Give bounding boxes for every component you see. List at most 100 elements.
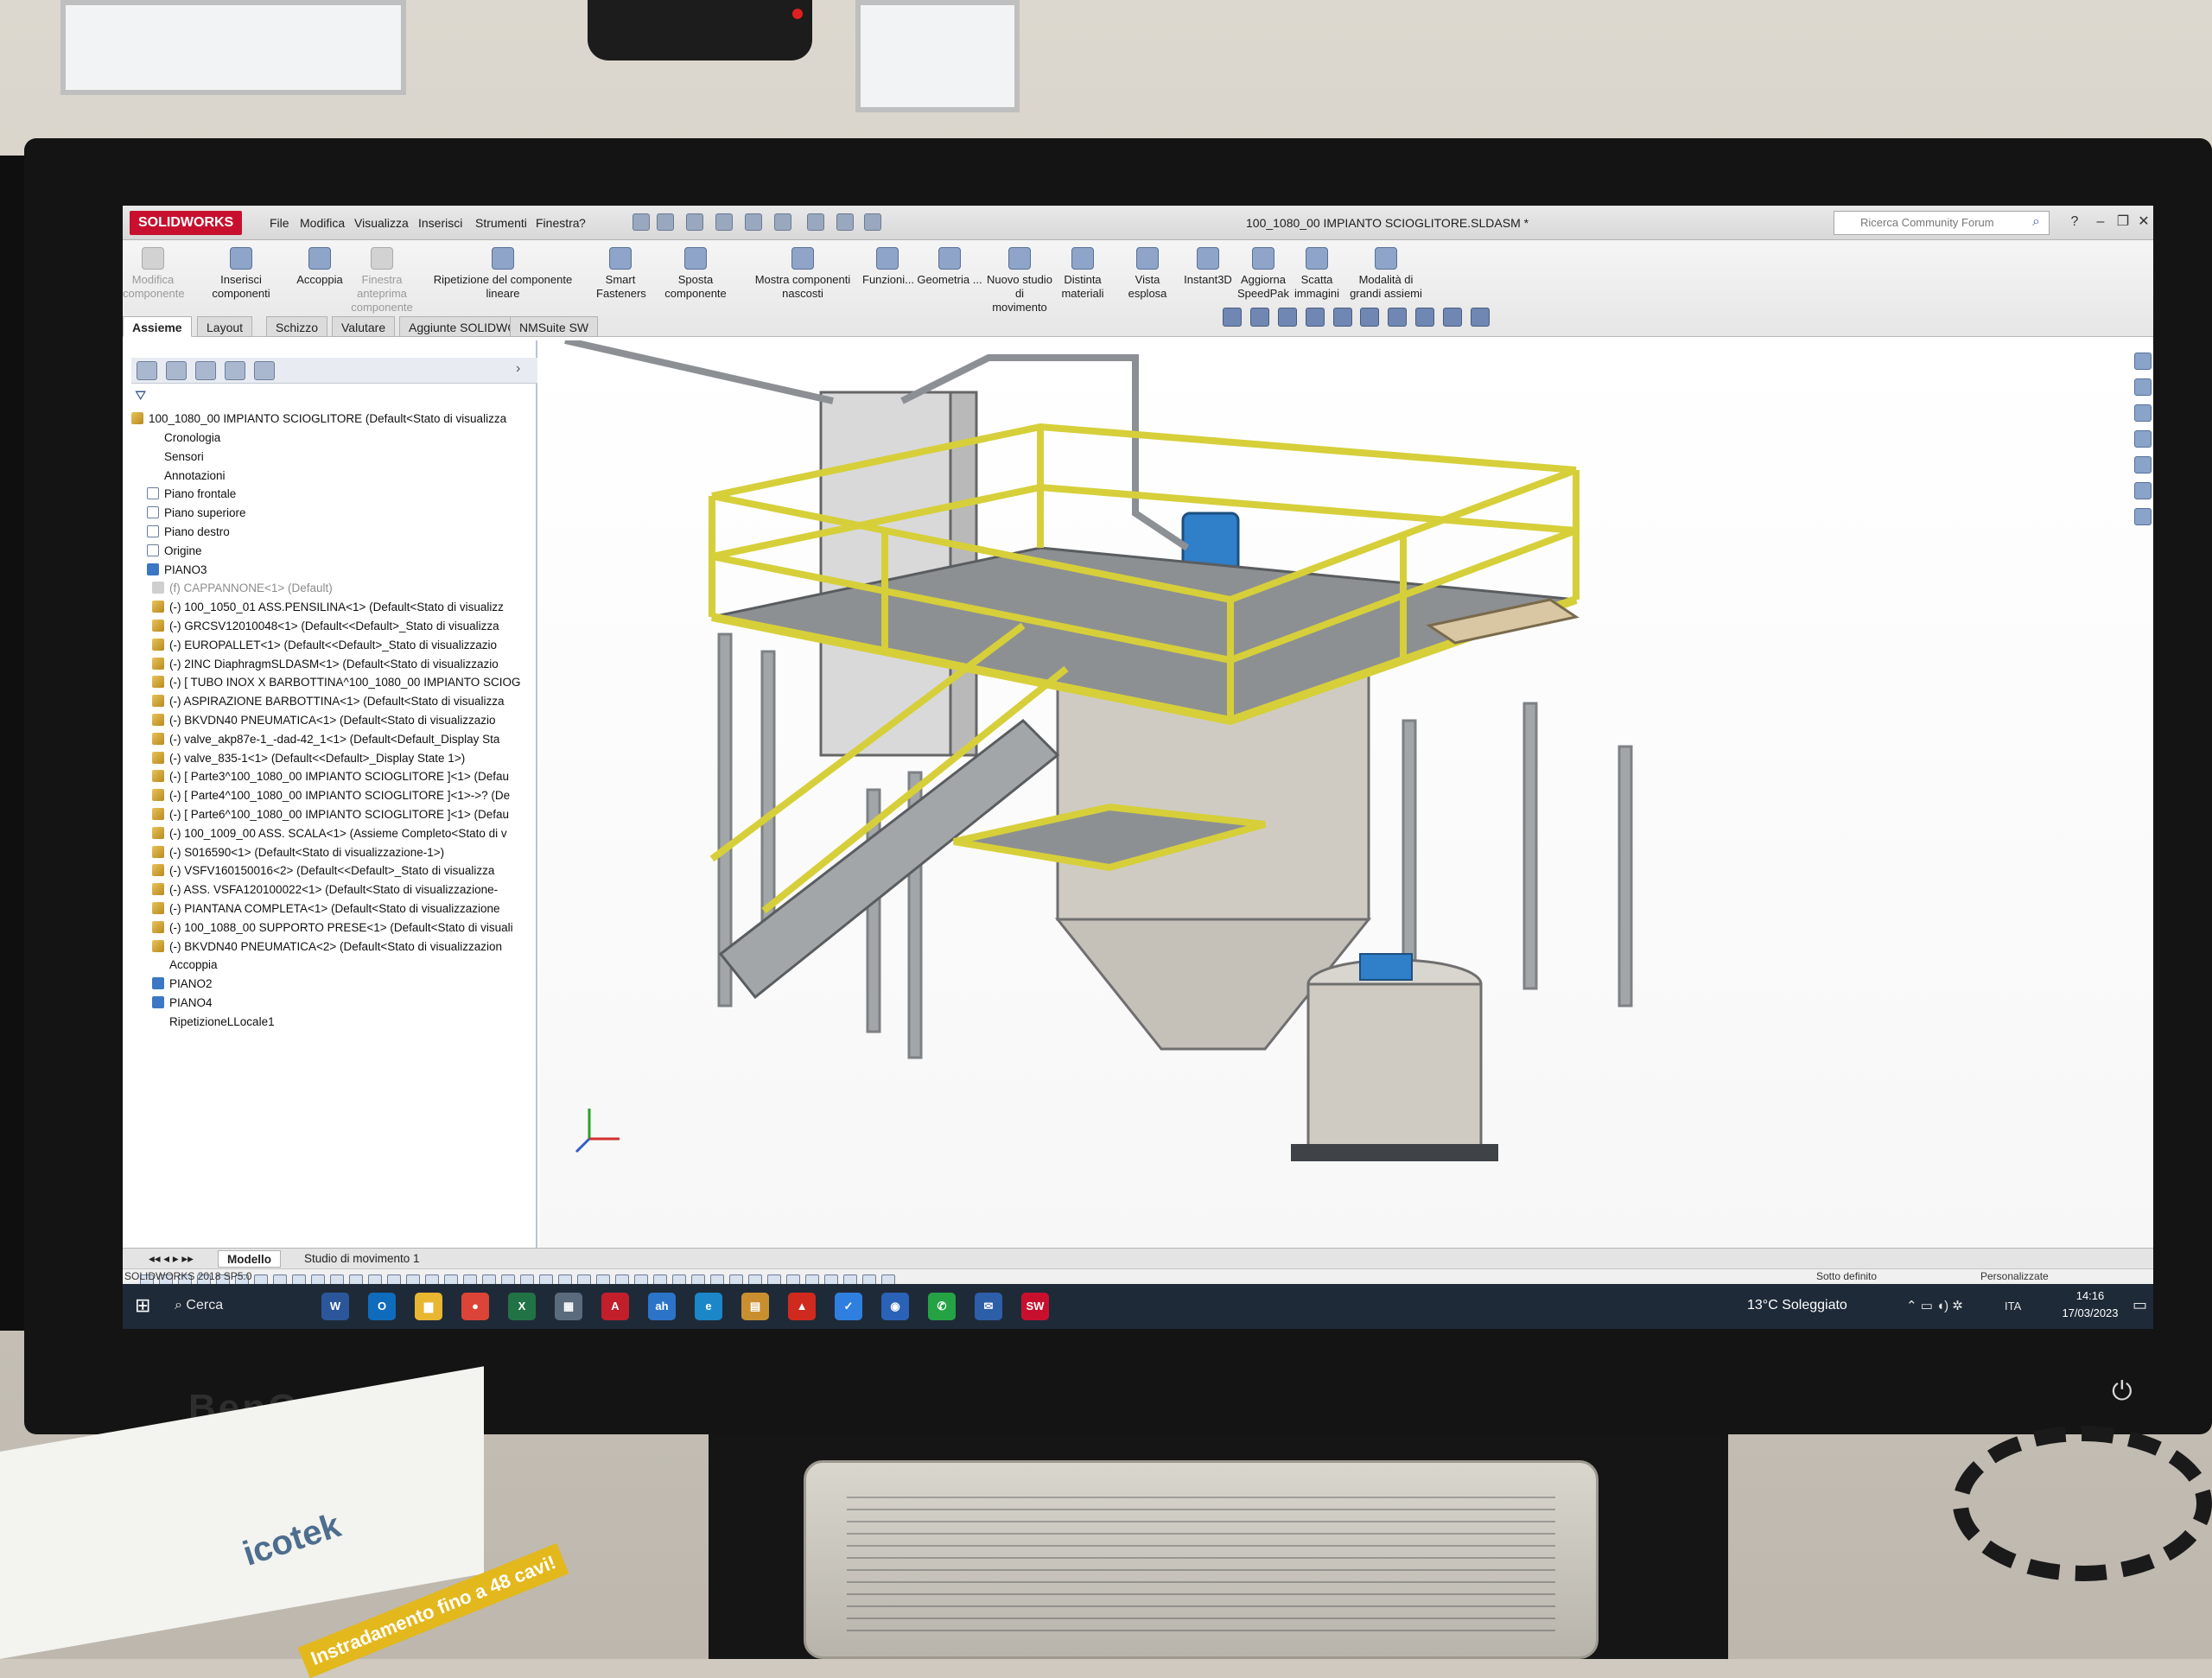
tree-item[interactable]: (-) [ TUBO INOX X BARBOTTINA^100_1080_00… — [152, 673, 558, 692]
excel-icon[interactable]: X — [508, 1293, 536, 1320]
tool-funzioni[interactable]: Funzioni... — [862, 247, 914, 287]
hide-show-icon[interactable] — [1388, 308, 1408, 327]
tree-item[interactable]: Accoppia — [152, 956, 558, 975]
dimxpert-tab-icon[interactable] — [225, 361, 245, 380]
filter-icon[interactable]: ⛛ — [135, 389, 146, 404]
configuration-manager-tab-icon[interactable] — [195, 361, 216, 380]
ah-app-icon[interactable]: ah — [648, 1293, 676, 1320]
archive-icon[interactable]: ▤ — [741, 1293, 769, 1320]
view-settings-icon[interactable] — [1471, 308, 1491, 327]
section-view-icon[interactable] — [1305, 308, 1325, 327]
display-style-icon[interactable] — [1360, 308, 1380, 327]
close-icon[interactable]: ✕ — [2134, 213, 2153, 232]
calculator-icon[interactable]: ▦ — [555, 1293, 582, 1320]
autocad-icon[interactable]: A — [601, 1293, 629, 1320]
tool-inserisci-componenti[interactable]: Inserisci componenti — [190, 247, 292, 301]
tree-item[interactable]: PIANO3 — [147, 561, 553, 580]
custom-properties-icon[interactable] — [2134, 482, 2152, 499]
view-palette-icon[interactable] — [2134, 430, 2152, 448]
acrobat-icon[interactable]: ▲ — [788, 1293, 816, 1320]
tool-geometria[interactable]: Geometria ... — [916, 247, 983, 287]
weather-widget[interactable]: 13°C Soleggiato — [1747, 1298, 1847, 1313]
menu-visualizza[interactable]: Visualizza — [354, 216, 409, 230]
solidworks-forum-icon[interactable] — [2134, 508, 2152, 525]
tree-item[interactable]: Piano frontale — [147, 485, 553, 504]
home-icon[interactable] — [632, 213, 650, 231]
tree-item[interactable]: Cronologia — [147, 429, 553, 448]
rebuild-icon[interactable] — [836, 213, 854, 231]
tree-item[interactable]: (-) valve_akp87e-1_-dad-42_1<1> (Default… — [152, 730, 558, 749]
edge-icon[interactable]: e — [695, 1293, 722, 1320]
tab-modello[interactable]: Modello — [218, 1250, 281, 1268]
options-icon[interactable] — [864, 213, 881, 231]
appearance-icon[interactable] — [1415, 308, 1435, 327]
tree-item[interactable]: (-) 2INC DiaphragmSLDASM<1> (Default<Sta… — [152, 655, 558, 674]
tree-item[interactable]: (-) BKVDN40 PNEUMATICA<2> (Default<Stato… — [152, 938, 558, 957]
zoom-fit-icon[interactable] — [1223, 308, 1242, 327]
tab-assieme[interactable]: Assieme — [123, 316, 192, 337]
tool-scatta-immagini[interactable]: Scatta immagini — [1293, 247, 1341, 301]
outlook-icon[interactable]: O — [368, 1293, 396, 1320]
windows-start-icon[interactable]: ⊞ — [135, 1296, 154, 1315]
tree-item[interactable]: (-) [ Parte4^100_1080_00 IMPIANTO SCIOGL… — [152, 786, 558, 805]
notifications-icon[interactable]: ▭ — [2133, 1296, 2147, 1314]
tree-item[interactable]: (-) ASS. VSFA120100022<1> (Default<Stato… — [152, 880, 558, 899]
3d-model-dissolver-plant[interactable] — [539, 337, 2153, 1256]
restore-icon[interactable]: ❐ — [2113, 213, 2133, 232]
tree-item[interactable]: (-) 100_1088_00 SUPPORTO PRESE<1> (Defau… — [152, 918, 558, 938]
help-icon[interactable]: ? — [2065, 213, 2084, 232]
tree-item[interactable]: PIANO2 — [152, 975, 558, 994]
search-icon[interactable]: ⌕ — [2032, 214, 2040, 230]
word-icon[interactable]: W — [321, 1293, 349, 1320]
tool-vista-esplosa[interactable]: Vista esplosa — [1116, 247, 1179, 301]
scene-icon[interactable] — [1443, 308, 1463, 327]
browser-icon[interactable]: ◉ — [881, 1293, 909, 1320]
new-document-icon[interactable] — [657, 213, 674, 231]
mail-icon[interactable]: ✉ — [975, 1293, 1002, 1320]
tree-item[interactable]: (-) GRCSV12010048<1> (Default<<Default>_… — [152, 617, 558, 636]
tree-item[interactable]: PIANO4 — [152, 994, 558, 1013]
tree-item[interactable]: (-) VSFV160150016<2> (Default<<Default>_… — [152, 861, 558, 880]
tool-finestra-anteprima-componente[interactable]: Finestra anteprima componente — [349, 247, 415, 315]
tool-distinta-materiali[interactable]: Distinta materiali — [1056, 247, 1109, 301]
tab-layout[interactable]: Layout — [197, 316, 253, 337]
tool-nuovo-studio-di-movimento[interactable]: Nuovo studio di movimento — [987, 247, 1052, 315]
print-icon[interactable] — [745, 213, 762, 231]
tree-item[interactable]: Piano superiore — [147, 504, 553, 523]
todo-icon[interactable]: ✓ — [835, 1293, 862, 1320]
tree-root[interactable]: 100_1080_00 IMPIANTO SCIOGLITORE (Defaul… — [131, 410, 537, 429]
tool-modifica-componente[interactable]: Modifica componente — [123, 247, 185, 301]
tool-instant3d[interactable]: Instant3D — [1182, 247, 1234, 287]
search-input[interactable]: Ricerca Community Forum — [1834, 211, 2050, 235]
minimize-icon[interactable]: – — [2091, 213, 2110, 232]
file-explorer-icon[interactable] — [2134, 404, 2152, 422]
nav-arrows-icon[interactable]: ◂◂ ◂ ▸ ▸▸ — [140, 1250, 202, 1268]
power-icon[interactable]: ⏻ — [2112, 1377, 2133, 1407]
solidworks-icon[interactable]: SW — [1021, 1293, 1049, 1320]
tool-aggiorna-speedpak[interactable]: Aggiorna SpeedPak — [1237, 247, 1289, 301]
tree-item[interactable]: Origine — [147, 542, 553, 561]
zoom-area-icon[interactable] — [1249, 308, 1269, 327]
menu-strumenti[interactable]: Strumenti — [475, 216, 527, 230]
appearances-icon[interactable] — [2134, 456, 2152, 474]
tab-motion-study[interactable]: Studio di movimento 1 — [296, 1250, 429, 1268]
view-orientation-icon[interactable] — [1332, 308, 1352, 327]
explorer-icon[interactable]: ▆ — [415, 1293, 442, 1320]
tree-item[interactable]: (-) BKVDN40 PNEUMATICA<1> (Default<Stato… — [152, 711, 558, 730]
tool-modalit-di-grandi-assiemi[interactable]: Modalità di grandi assiemi — [1344, 247, 1427, 301]
previous-view-icon[interactable] — [1277, 308, 1297, 327]
menu-help[interactable]: ? — [579, 216, 586, 230]
expand-panel-icon[interactable]: › — [516, 361, 520, 377]
status-customize[interactable]: Personalizzate — [1980, 1268, 2049, 1284]
design-library-icon[interactable] — [2134, 378, 2152, 396]
menu-finestra[interactable]: Finestra — [536, 216, 580, 230]
language-indicator[interactable]: ITA — [2005, 1300, 2021, 1313]
tree-item[interactable]: (-) [ Parte6^100_1080_00 IMPIANTO SCIOGL… — [152, 805, 558, 824]
tree-item[interactable]: (-) 100_1050_01 ASS.PENSILINA<1> (Defaul… — [152, 598, 558, 617]
feature-manager-tab-icon[interactable] — [137, 361, 157, 380]
tool-smart-fasteners[interactable]: Smart Fasteners — [596, 247, 646, 301]
tool-sposta-componente[interactable]: Sposta componente — [648, 247, 743, 301]
menu-modifica[interactable]: Modifica — [300, 216, 345, 230]
display-manager-tab-icon[interactable] — [254, 361, 275, 380]
tree-item[interactable]: (-) 100_1009_00 ASS. SCALA<1> (Assieme C… — [152, 824, 558, 843]
